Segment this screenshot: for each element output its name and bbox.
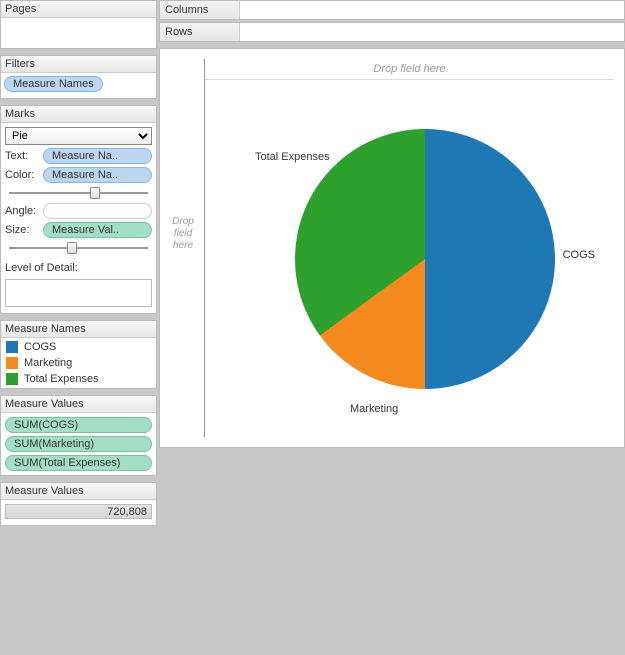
- lod-dropzone[interactable]: [5, 279, 152, 307]
- legend-item-marketing[interactable]: Marketing: [6, 357, 151, 369]
- marks-color-label: Color:: [5, 169, 41, 181]
- legend-label: COGS: [24, 341, 56, 353]
- viz-area[interactable]: Drop field here COGS Marketing Total Exp…: [159, 48, 625, 448]
- marks-color-pill[interactable]: Measure Na..: [43, 167, 152, 183]
- measure-values-readout-title: Measure Values: [1, 483, 156, 500]
- columns-dropzone[interactable]: [240, 1, 624, 19]
- measure-values-number: 720,808: [107, 505, 147, 520]
- rows-label: Rows: [160, 23, 240, 41]
- mv-pill-marketing[interactable]: SUM(Marketing): [5, 436, 152, 452]
- pages-panel: Pages: [0, 0, 157, 49]
- swatch-cogs: [6, 341, 18, 353]
- lod-label: Level of Detail:: [5, 262, 152, 274]
- pie-slices: [295, 129, 555, 389]
- measure-values-panel: Measure Values SUM(COGS) SUM(Marketing) …: [0, 395, 157, 476]
- legend-label: Total Expenses: [24, 373, 99, 385]
- filters-title: Filters: [1, 56, 156, 73]
- marks-size-label: Size:: [5, 224, 41, 236]
- rows-shelf[interactable]: Rows: [159, 22, 625, 42]
- columns-shelf[interactable]: Columns: [159, 0, 625, 20]
- marks-text-pill[interactable]: Measure Na..: [43, 148, 152, 164]
- filters-panel: Filters Measure Names: [0, 55, 157, 99]
- marks-angle-pill[interactable]: [43, 203, 152, 219]
- color-slider[interactable]: [9, 186, 148, 200]
- drop-hint-left: Drop field here: [166, 216, 200, 252]
- size-slider[interactable]: [9, 241, 148, 255]
- swatch-marketing: [6, 357, 18, 369]
- legend-label: Marketing: [24, 357, 72, 369]
- legend-title: Measure Names: [1, 321, 156, 338]
- marks-text-label: Text:: [5, 150, 41, 162]
- marks-angle-label: Angle:: [5, 205, 41, 217]
- mark-type-select[interactable]: Pie: [5, 127, 152, 145]
- measure-values-readout-panel: Measure Values 720,808: [0, 482, 157, 526]
- marks-panel: Marks Pie Text: Measure Na.. Color: Meas…: [0, 105, 157, 314]
- rows-dropzone[interactable]: [240, 23, 624, 41]
- pie-label-total-expenses: Total Expenses: [255, 151, 330, 163]
- mv-pill-cogs[interactable]: SUM(COGS): [5, 417, 152, 433]
- pages-dropzone[interactable]: [1, 18, 156, 48]
- drop-hint-top: Drop field here: [205, 59, 614, 80]
- pie-label-marketing: Marketing: [350, 403, 398, 415]
- legend-panel: Measure Names COGS Marketing Total Expen…: [0, 320, 157, 389]
- measure-values-title: Measure Values: [1, 396, 156, 413]
- legend-item-cogs[interactable]: COGS: [6, 341, 151, 353]
- pie-label-cogs: COGS: [563, 249, 595, 261]
- columns-label: Columns: [160, 1, 240, 19]
- pie-chart: COGS Marketing Total Expenses: [275, 109, 575, 409]
- marks-title: Marks: [1, 106, 156, 123]
- mv-pill-total-expenses[interactable]: SUM(Total Expenses): [5, 455, 152, 471]
- marks-size-pill[interactable]: Measure Val..: [43, 222, 152, 238]
- measure-values-bar: 720,808: [5, 504, 152, 519]
- filter-pill-measure-names[interactable]: Measure Names: [4, 76, 103, 92]
- pages-title: Pages: [1, 1, 156, 18]
- legend-item-total-expenses[interactable]: Total Expenses: [6, 373, 151, 385]
- swatch-total-expenses: [6, 373, 18, 385]
